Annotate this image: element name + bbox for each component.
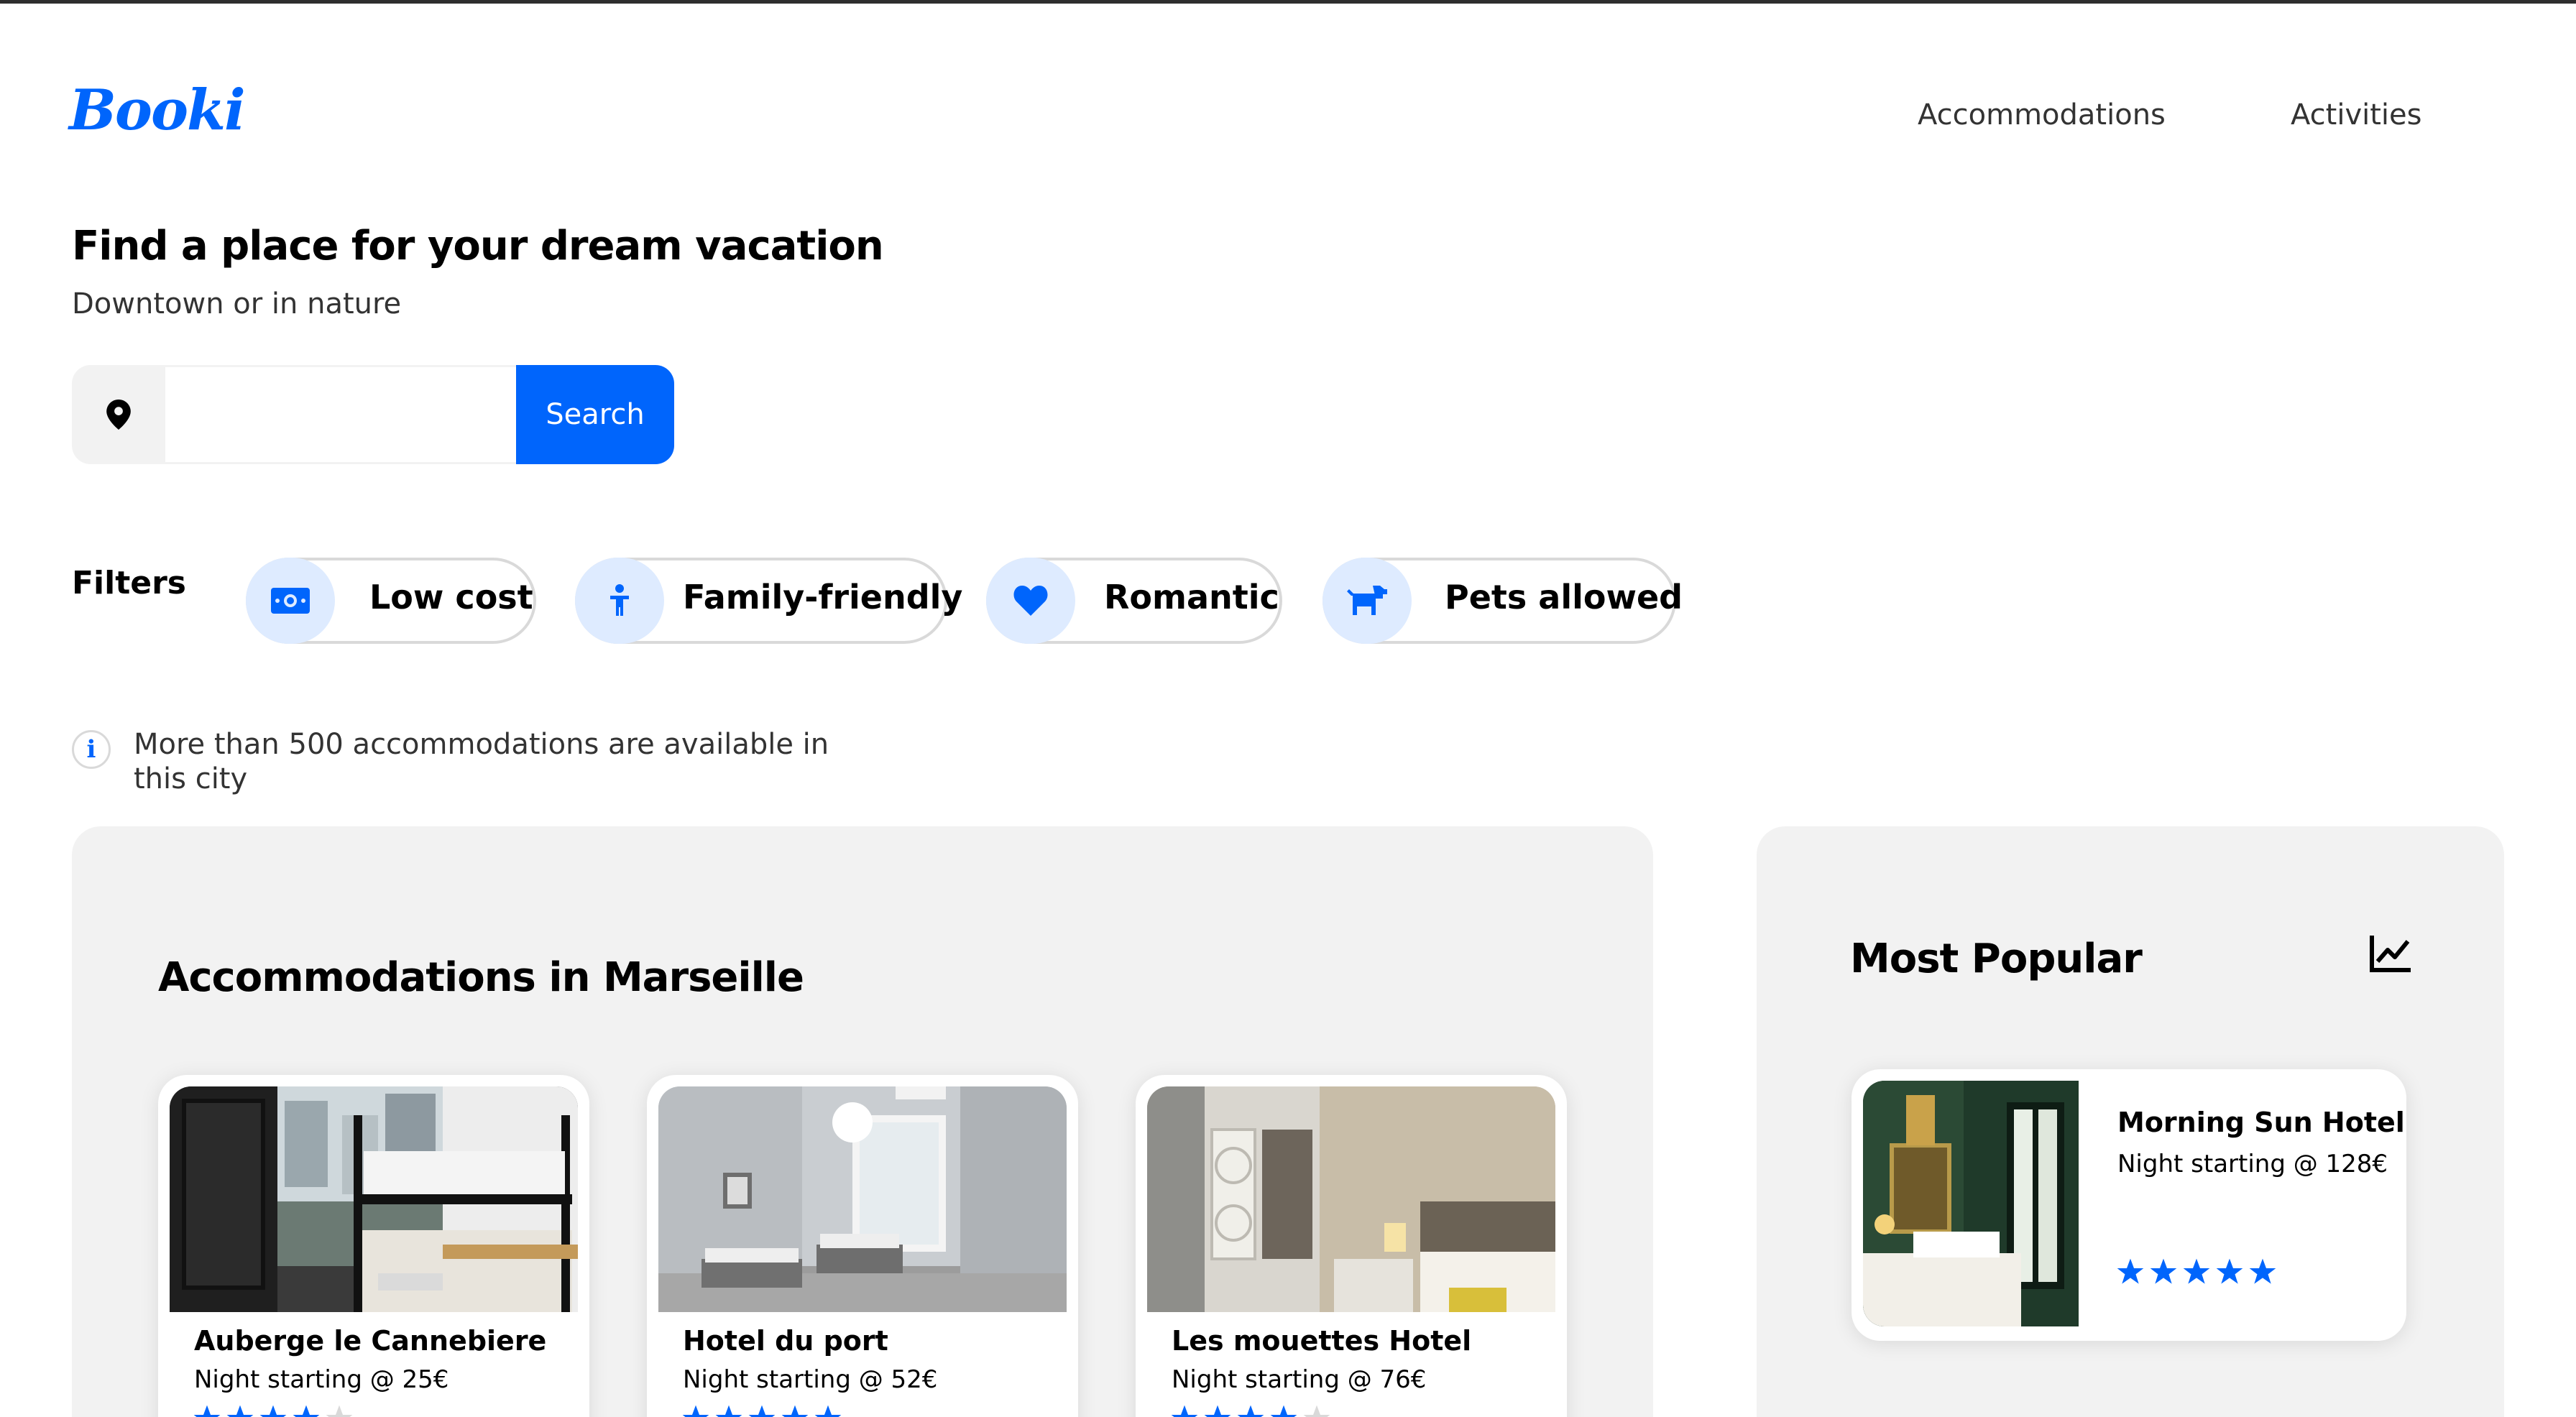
search-button[interactable]: Search <box>516 365 674 464</box>
accommodation-card[interactable]: Hotel du port Night starting @ 52€ <box>647 1075 1078 1417</box>
accommodation-price: Night starting @ 52€ <box>683 1365 938 1394</box>
star-filled-icon <box>814 1405 842 1417</box>
accommodation-price: Night starting @ 76€ <box>1172 1365 1427 1394</box>
hostel-room-photo <box>170 1086 578 1312</box>
hero-title: Find a place for your dream vacation <box>72 223 884 269</box>
most-popular-title: Most Popular <box>1850 936 2143 982</box>
popular-price: Night starting @ 128€ <box>2117 1150 2388 1178</box>
accommodation-card[interactable]: Auberge le Cannebiere Night starting @ 2… <box>158 1075 589 1417</box>
child-icon <box>575 558 664 644</box>
nav-link-activities[interactable]: Activities <box>2291 92 2421 138</box>
accommodation-name: Auberge le Cannebiere <box>194 1325 547 1357</box>
hero-subtitle: Downtown or in nature <box>72 287 402 320</box>
filter-label: Pets allowed <box>1445 578 1683 617</box>
accommodations-title: Accommodations in Marseille <box>158 954 804 1001</box>
star-empty-icon <box>326 1405 353 1417</box>
star-filled-icon <box>1204 1405 1231 1417</box>
filter-low-cost[interactable]: Low cost <box>246 558 536 644</box>
accommodation-price: Night starting @ 25€ <box>194 1365 449 1394</box>
star-filled-icon <box>1237 1405 1264 1417</box>
location-pin-icon <box>72 365 165 464</box>
most-popular-section: Most Popular Morning Sun Hotel Night sta… <box>1757 826 2504 1417</box>
filters-label: Filters <box>72 565 186 601</box>
rating-stars <box>1170 1404 1335 1417</box>
heart-icon <box>986 558 1075 644</box>
accommodation-card[interactable]: Les mouettes Hotel Night starting @ 76€ <box>1136 1075 1567 1417</box>
star-empty-icon <box>1303 1405 1330 1417</box>
nav-activities[interactable]: Activities <box>2291 92 2421 138</box>
filter-label: Romantic <box>1104 578 1279 617</box>
rating-stars <box>193 1404 358 1417</box>
star-filled-icon <box>193 1405 221 1417</box>
star-filled-icon <box>226 1405 254 1417</box>
filter-pets-allowed[interactable]: Pets allowed <box>1322 558 1683 644</box>
star-filled-icon <box>1270 1405 1297 1417</box>
star-filled-icon <box>2216 1258 2243 1284</box>
hotel-room-photo <box>1147 1086 1555 1312</box>
filter-romantic[interactable]: Romantic <box>986 558 1282 644</box>
accommodation-name: Les mouettes Hotel <box>1172 1325 1472 1357</box>
booki-logo[interactable]: Booki <box>69 75 246 147</box>
star-filled-icon <box>2249 1258 2276 1284</box>
search-input[interactable] <box>165 365 516 464</box>
filter-family-friendly[interactable]: Family-friendly <box>575 558 962 644</box>
accommodation-name: Hotel du port <box>683 1325 888 1357</box>
info-message: More than 500 accommodations are availab… <box>134 728 829 795</box>
rating-stars <box>2116 1257 2281 1286</box>
nav-link-accommodations[interactable]: Accommodations <box>1918 92 2166 138</box>
star-filled-icon <box>682 1405 709 1417</box>
accommodations-section: Accommodations in Marseille Auberge le C… <box>72 826 1653 1417</box>
filter-label: Family-friendly <box>683 578 963 617</box>
search-bar: Search <box>72 365 674 464</box>
star-filled-icon <box>2150 1258 2177 1284</box>
chart-line-icon <box>2369 934 2412 976</box>
filter-label: Low cost <box>369 578 533 617</box>
star-filled-icon <box>715 1405 742 1417</box>
hotel-room-photo <box>1863 1081 2079 1326</box>
star-filled-icon <box>2183 1258 2210 1284</box>
star-filled-icon <box>1171 1405 1198 1417</box>
star-filled-icon <box>259 1405 287 1417</box>
hotel-room-photo <box>658 1086 1067 1312</box>
window-top-border <box>0 0 2576 4</box>
logo-text: Booki <box>69 78 246 143</box>
info-icon: i <box>72 730 111 769</box>
nav-accommodations[interactable]: Accommodations <box>1918 92 2166 138</box>
rating-stars <box>681 1404 847 1417</box>
star-filled-icon <box>293 1405 320 1417</box>
popular-name: Morning Sun Hotel <box>2117 1107 2405 1138</box>
star-filled-icon <box>781 1405 809 1417</box>
popular-card[interactable]: Morning Sun Hotel Night starting @ 128€ <box>1852 1069 2406 1341</box>
money-bill-icon <box>246 558 335 644</box>
star-filled-icon <box>748 1405 776 1417</box>
star-filled-icon <box>2117 1258 2144 1284</box>
dog-icon <box>1322 558 1412 644</box>
